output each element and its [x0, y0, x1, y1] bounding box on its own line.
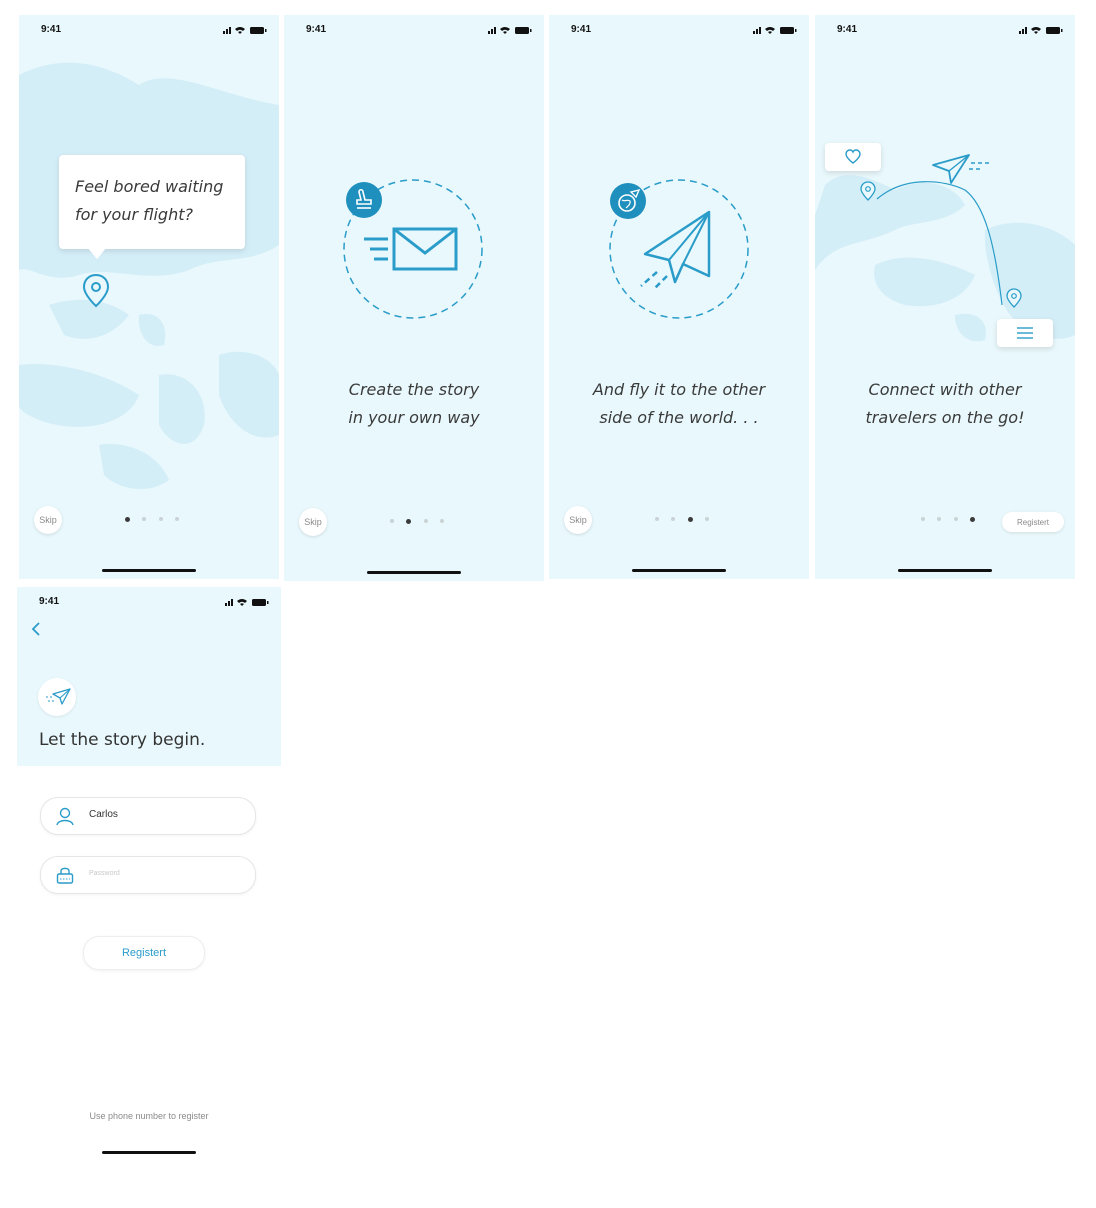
caption-line-2: in your own way	[348, 408, 480, 427]
onboarding-screen-2: 9:41 Create the story in your own way Sk…	[284, 15, 544, 581]
home-indicator	[102, 569, 196, 572]
app-logo	[38, 678, 76, 716]
page-dot-2	[406, 518, 412, 524]
status-bar: 9:41	[19, 15, 279, 45]
password-placeholder: Password	[89, 870, 120, 877]
page-dot-4	[704, 517, 709, 521]
home-indicator	[102, 1151, 196, 1154]
bubble-line-2: for your flight?	[75, 205, 193, 224]
page-dot-1	[390, 519, 394, 523]
register-button-small[interactable]: Registert	[1002, 512, 1064, 532]
page-dot-3	[158, 517, 163, 521]
status-time: 9:41	[306, 24, 327, 35]
home-indicator	[898, 569, 992, 572]
status-bar: 9:41	[549, 15, 809, 45]
location-pin-icon	[1006, 288, 1022, 308]
world-map-illustration	[19, 62, 279, 490]
user-icon	[56, 807, 74, 826]
skip-button[interactable]: Skip	[564, 506, 592, 534]
page-dot-3	[687, 516, 693, 522]
page-dot-4	[439, 519, 444, 523]
speech-bubble: Feel bored waiting for your flight?	[59, 155, 245, 249]
caption-line-1: Create the story	[348, 380, 480, 399]
register-header: 9:41 Let the story begin.	[17, 587, 281, 766]
bubble-line-1: Feel bored waiting	[75, 177, 224, 196]
caption: And fly it to the other side of the worl…	[549, 376, 809, 432]
page-indicator	[921, 516, 975, 523]
status-icons	[488, 27, 532, 34]
status-icons	[223, 27, 267, 34]
menu-icon	[1017, 327, 1033, 339]
caption-line-1: Connect with other	[868, 380, 1022, 399]
heart-card	[825, 143, 881, 171]
status-time: 9:41	[571, 24, 592, 35]
page-dot-1	[655, 517, 659, 521]
caption-line-2: travelers on the go!	[865, 408, 1025, 427]
page-dot-4	[174, 517, 179, 521]
paper-plane-icon	[46, 688, 71, 705]
envelope-icon	[364, 227, 458, 271]
menu-card	[997, 319, 1053, 347]
status-time: 9:41	[41, 24, 62, 35]
onboarding-screen-1: 9:41 Feel bored waiting for your flight?…	[19, 15, 279, 579]
onboarding-screen-4: 9:41 Connect with other travelers on the…	[815, 15, 1075, 579]
page-dot-2	[671, 517, 676, 521]
page-dot-2	[142, 517, 147, 521]
register-screen: 9:41 Let the story begin. Carlos Passwor…	[17, 587, 281, 1167]
status-icons	[225, 599, 269, 606]
page-dot-3	[953, 517, 958, 521]
heart-icon	[845, 149, 861, 164]
chevron-left-icon[interactable]	[31, 622, 41, 636]
username-field[interactable]: Carlos	[40, 797, 256, 835]
skip-button[interactable]: Skip	[299, 508, 327, 536]
caption: Create the story in your own way	[284, 376, 544, 432]
onboarding-screen-3: 9:41 And fly it to the other side of the…	[549, 15, 809, 579]
password-field[interactable]: Password	[40, 856, 256, 894]
globe-plane-icon	[610, 183, 646, 219]
stamp-icon	[346, 182, 382, 218]
location-pin-icon	[82, 273, 110, 308]
location-pin-icon	[860, 181, 876, 201]
page-dot-4	[969, 516, 975, 522]
page-indicator	[655, 516, 709, 523]
home-indicator	[632, 569, 726, 572]
status-time: 9:41	[39, 596, 60, 607]
page-dot-1	[125, 516, 130, 522]
status-icons	[753, 27, 797, 34]
skip-button[interactable]: Skip	[34, 506, 62, 534]
register-button[interactable]: Registert	[83, 936, 205, 970]
lock-icon	[56, 867, 74, 884]
home-indicator	[367, 571, 461, 574]
username-value: Carlos	[89, 809, 118, 820]
bubble-tail	[87, 247, 107, 259]
caption: Connect with other travelers on the go!	[815, 376, 1075, 432]
caption-line-2: side of the world. . .	[599, 408, 759, 427]
page-indicator	[390, 518, 444, 525]
page-dot-1	[921, 517, 925, 521]
status-bar: 9:41	[284, 15, 544, 45]
paper-plane-icon	[932, 154, 989, 184]
status-bar: 9:41	[17, 587, 281, 617]
page-indicator	[125, 516, 179, 523]
page-dot-3	[423, 519, 428, 523]
phone-register-link[interactable]: Use phone number to register	[17, 1111, 281, 1121]
page-dot-2	[937, 517, 942, 521]
paper-plane-icon	[640, 210, 711, 289]
page-title: Let the story begin.	[39, 730, 206, 750]
caption-line-1: And fly it to the other	[592, 380, 766, 399]
